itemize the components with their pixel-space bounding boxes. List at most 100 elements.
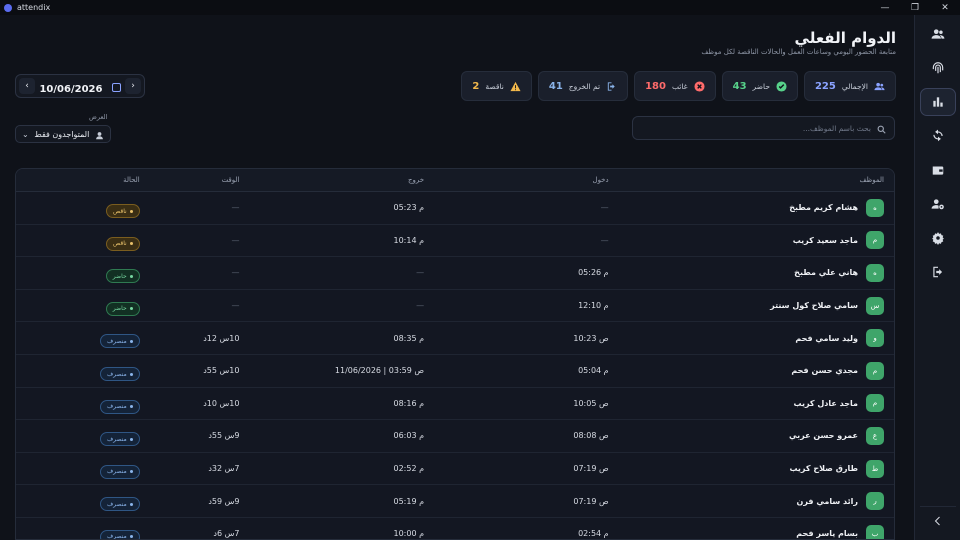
time-cell: 9س 59د — [208, 496, 240, 506]
header-check-in[interactable]: دخول — [430, 176, 615, 184]
sidebar-item-users[interactable] — [920, 20, 956, 48]
stat-present-label: حاضر — [752, 81, 770, 91]
header-check-out[interactable]: خروج — [245, 176, 430, 184]
header-status[interactable]: الحالة — [16, 176, 146, 184]
window-controls: — ❐ ✕ — [870, 0, 960, 15]
table-row[interactable]: و وليد سامي فحم ص 10:23 م 08:35 10س 12د منصرف — [16, 322, 894, 355]
table-row[interactable]: م ماجد عادل كريب ص 10:05 م 08:16 10س 10د منصر… — [16, 388, 894, 421]
table-row[interactable]: ه هاني علي مطبخ م 05:26 — — حاضر — [16, 257, 894, 290]
check-out-cell: — — [416, 301, 425, 311]
stat-present[interactable]: حاضر 43 — [721, 71, 798, 101]
table-row[interactable]: م مجدي حسن فحم م 05:04 ص 03:59 | 11/06/2026… — [16, 355, 894, 388]
stat-partial-value: 2 — [472, 80, 480, 92]
date-picker: ‹ 10/06/2026 › — [15, 74, 145, 98]
status-badge: منصرف — [99, 497, 140, 512]
status-text: ناقص — [112, 207, 127, 215]
app-logo-icon — [4, 3, 12, 12]
date-display[interactable]: 10/06/2026 — [39, 77, 121, 96]
avatar: و — [866, 329, 884, 348]
check-out-cell: م 05:19 — [393, 496, 425, 506]
page-title: الدوام الفعلي — [794, 29, 896, 47]
user-gear-icon — [931, 199, 944, 210]
table-row[interactable]: ب بسام ياسر فحم م 02:54 م 10:00 7س 6د منصرف — [16, 518, 894, 539]
status-cell: منصرف — [16, 491, 146, 512]
status-cell: منصرف — [16, 426, 146, 447]
status-badge: منصرف — [99, 334, 140, 349]
x-circle-icon — [694, 80, 705, 92]
status-cell: منصرف — [16, 361, 146, 382]
sidebar-item-user-settings[interactable] — [920, 190, 956, 218]
employee-cell: ع عمرو حسن عربي — [615, 426, 894, 445]
employee-name: طارق صلاح كريب — [789, 464, 858, 474]
table-row[interactable]: س سامي صلاح كول سنتر م 12:10 — — حاضر — [16, 290, 894, 323]
check-out-cell: م 08:35 — [393, 333, 425, 343]
time-cell: — — [231, 235, 240, 245]
employee-cell: م مجدي حسن فحم — [615, 361, 894, 380]
stat-total[interactable]: الإجمالي 225 — [803, 71, 896, 101]
attendance-table: الموظف دخول خروج الوقت الحالة ه هشام كريم… — [15, 168, 895, 540]
check-in-cell: م 05:26 — [578, 268, 609, 278]
view-select[interactable]: المتواجدون فقط ⌄ — [15, 125, 111, 143]
sidebar-item-wallet[interactable] — [920, 156, 956, 184]
status-cell: حاضر — [16, 263, 146, 284]
status-cell: ناقص — [16, 198, 146, 219]
status-dot-icon — [129, 242, 133, 246]
status-text: منصرف — [106, 403, 127, 411]
avatar: ع — [866, 426, 884, 445]
sidebar-item-sync[interactable] — [920, 122, 956, 150]
close-button[interactable]: ✕ — [930, 0, 960, 15]
header-time[interactable]: الوقت — [146, 176, 246, 184]
maximize-button[interactable]: ❐ — [900, 0, 930, 15]
table-row[interactable]: ر رائد سامي فرن ص 07:19 م 05:19 9س 59د منصرف — [16, 485, 894, 518]
time-cell: 7س 6د — [213, 529, 240, 539]
prev-day-button[interactable]: ‹ — [19, 78, 35, 94]
sidebar-item-logout[interactable] — [920, 258, 956, 286]
main-content: الدوام الفعلي متابعة الحضور اليومي وساعا… — [0, 15, 914, 540]
table-row[interactable]: ط طارق صلاح كريب ص 07:19 م 02:52 7س 32د منصرف — [16, 453, 894, 486]
stat-absent[interactable]: غائب 180 — [634, 71, 716, 101]
stat-absent-value: 180 — [645, 80, 666, 92]
next-day-button[interactable]: › — [125, 78, 141, 94]
status-dot-icon — [129, 307, 133, 311]
table-header: الموظف دخول خروج الوقت الحالة — [16, 169, 894, 192]
table-row[interactable]: ه هشام كريم مطبخ — م 05:23 — ناقص — [16, 192, 894, 225]
app-title: attendix — [17, 3, 51, 12]
stat-left[interactable]: تم الخروج 41 — [537, 71, 629, 101]
title-bar: attendix — ❐ ✕ — [0, 0, 960, 15]
fingerprint-icon — [932, 62, 944, 74]
table-row[interactable]: ع عمرو حسن عربي ص 08:08 م 06:03 9س 55د منصرف — [16, 420, 894, 453]
employee-cell: س سامي صلاح كول سنتر — [615, 296, 894, 315]
chevron-left-icon — [934, 516, 940, 525]
status-cell: منصرف — [16, 393, 146, 414]
chevron-down-icon: ⌄ — [22, 129, 29, 139]
search-icon — [877, 119, 886, 138]
bar-chart-icon — [933, 97, 943, 107]
search-input[interactable] — [641, 123, 871, 133]
sidebar-collapse-button[interactable] — [920, 506, 956, 534]
time-cell: 9س 55د — [208, 431, 240, 441]
time-cell: — — [231, 301, 240, 311]
check-in-cell: ص 10:05 — [573, 398, 609, 408]
sidebar-item-reports[interactable] — [920, 88, 956, 116]
table-row[interactable]: م ماجد سعيد كريب — م 10:14 — ناقص — [16, 225, 894, 258]
employee-cell: ر رائد سامي فرن — [615, 492, 894, 511]
employee-name: وليد سامي فحم — [795, 333, 858, 343]
sidebar-item-fingerprint[interactable] — [920, 54, 956, 82]
page-subtitle: متابعة الحضور اليومي وساعات العمل والحال… — [701, 48, 896, 56]
check-circle-icon — [776, 80, 787, 92]
avatar: م — [866, 361, 884, 380]
sidebar — [914, 15, 960, 540]
minimize-button[interactable]: — — [870, 0, 900, 15]
employee-cell: م ماجد عادل كريب — [615, 394, 894, 413]
status-badge: منصرف — [99, 432, 140, 447]
status-badge: حاضر — [105, 269, 140, 284]
stat-partial[interactable]: ناقصة 2 — [461, 71, 532, 101]
status-cell: منصرف — [16, 328, 146, 349]
time-cell: 7س 32د — [208, 464, 240, 474]
check-out-cell: م 08:16 — [393, 398, 425, 408]
status-text: منصرف — [106, 337, 127, 345]
sidebar-item-settings[interactable] — [920, 224, 956, 252]
header-employee[interactable]: الموظف — [615, 176, 894, 184]
employee-name: هاني علي مطبخ — [794, 268, 858, 278]
employee-cell: و وليد سامي فحم — [615, 329, 894, 348]
